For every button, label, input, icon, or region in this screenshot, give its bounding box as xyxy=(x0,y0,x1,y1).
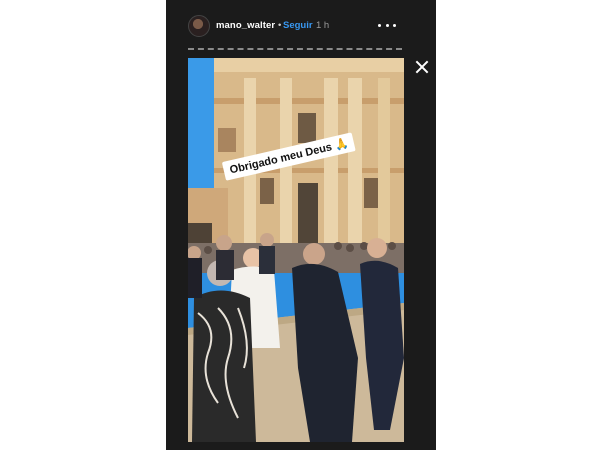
story-header: mano_walter • Seguir 1 h xyxy=(166,8,436,42)
profile-avatar[interactable] xyxy=(188,15,210,37)
close-icon[interactable] xyxy=(414,59,430,75)
more-dots-icon[interactable] xyxy=(378,20,396,30)
story-viewer: mano_walter • Seguir 1 h Obrigado meu De… xyxy=(166,0,436,450)
follow-button[interactable]: Seguir xyxy=(283,20,313,31)
woman-dress xyxy=(192,290,256,442)
post-time: 1 h xyxy=(316,20,330,31)
story-progress-bar xyxy=(188,48,402,50)
username-link[interactable]: mano_walter xyxy=(216,20,275,31)
separator-dot: • xyxy=(278,20,282,31)
story-photo[interactable]: Obrigado meu Deus 🙏 xyxy=(188,58,404,442)
